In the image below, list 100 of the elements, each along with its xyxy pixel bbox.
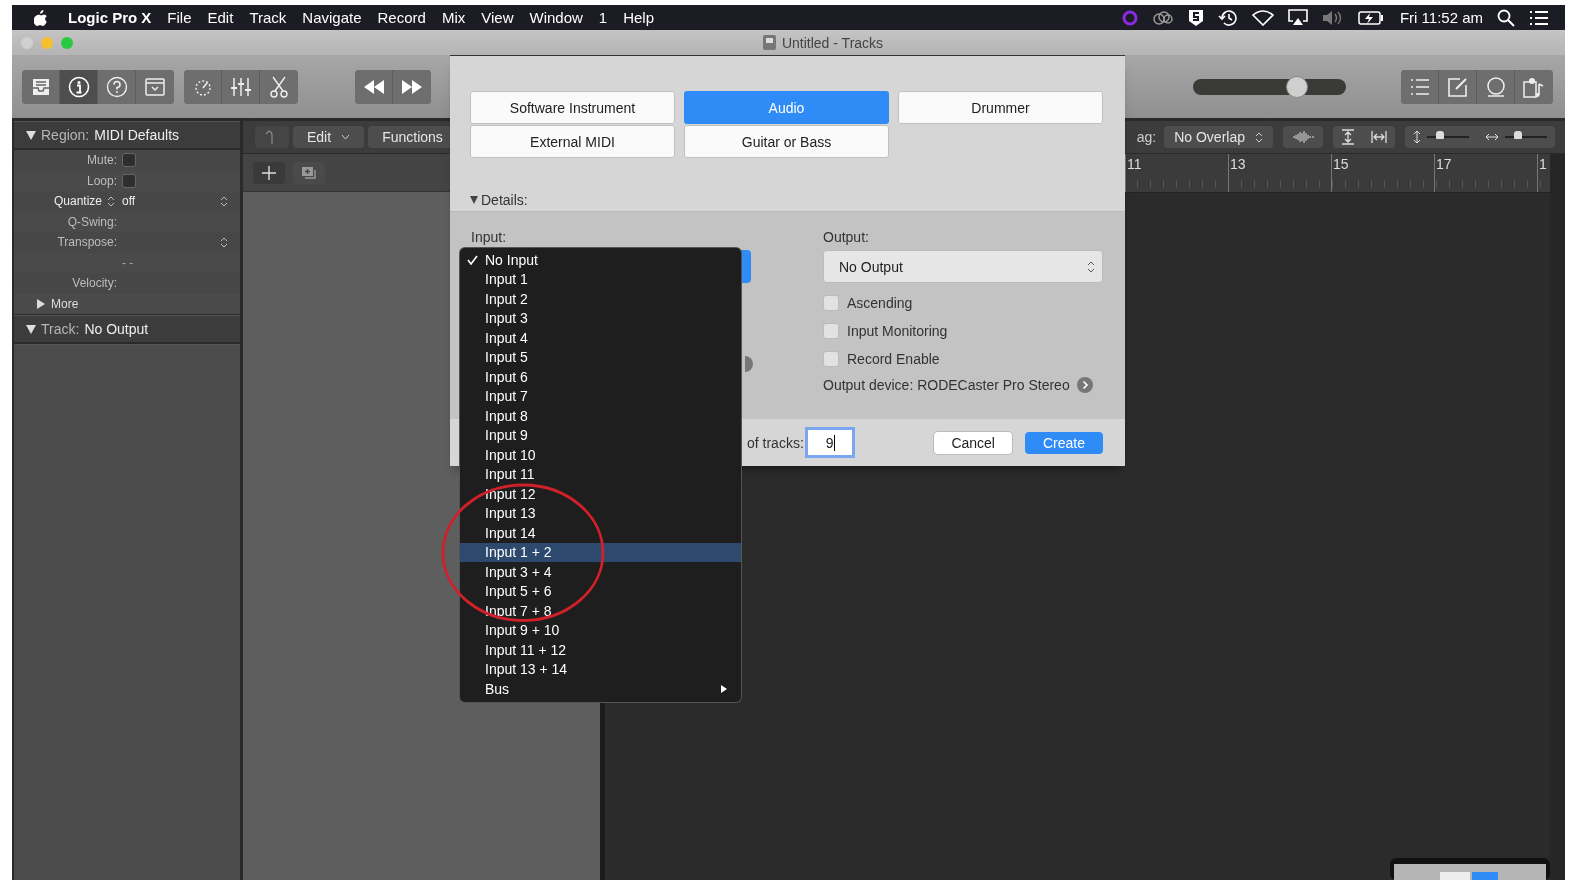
screenshot-thumbnail[interactable] (1390, 858, 1550, 880)
menu-item[interactable]: Input 7 (460, 386, 741, 406)
menu-item[interactable]: Input 11 + 12 (460, 640, 741, 660)
scroll-bar[interactable] (1550, 154, 1565, 880)
menu-item[interactable]: Help (623, 9, 655, 26)
track-type-button[interactable]: Guitar or Bass (684, 125, 889, 158)
menu-item[interactable]: Edit (207, 9, 234, 26)
list-icon[interactable] (1529, 9, 1549, 26)
menu-item[interactable]: Input 9 (460, 425, 741, 445)
checkbox[interactable] (823, 294, 839, 311)
region-header[interactable]: Region: MIDI Defaults (14, 121, 240, 150)
checkbox[interactable] (823, 322, 839, 339)
shield-icon[interactable] (1187, 8, 1204, 27)
parameter-label: Quantize (52, 194, 102, 209)
vertical-arrows-icon (1413, 130, 1421, 144)
menu-item[interactable]: Input 5 + 6 (460, 581, 741, 601)
number-of-tracks-label: of tracks: (747, 434, 804, 451)
menu-item[interactable]: Window (529, 9, 583, 26)
slider-thumb[interactable] (1436, 131, 1445, 139)
drag-mode-select[interactable]: No Overlap (1164, 126, 1273, 148)
cloud-icon[interactable] (1151, 10, 1174, 25)
bar-number: 13 (1228, 154, 1331, 192)
menu-item[interactable]: File (167, 9, 192, 26)
output-device-label: Output device: RODECaster Pro Stereo (823, 377, 1070, 393)
menu-clock[interactable]: Fri 11:52 am (1399, 9, 1483, 26)
menu-item[interactable]: Navigate (302, 9, 362, 26)
menu-item[interactable]: Input 2 (460, 289, 741, 309)
track-header[interactable]: Track: No Output (14, 315, 240, 344)
checkbox[interactable] (823, 350, 839, 367)
horizontal-arrows-icon (1485, 133, 1499, 141)
menu-item[interactable]: No Input (460, 250, 741, 270)
menu-item[interactable]: Record (377, 9, 426, 26)
menu-item[interactable]: Track (249, 9, 287, 26)
edit-menu[interactable]: Edit (293, 126, 365, 148)
question-icon (105, 75, 128, 98)
track-type-button[interactable]: Drummer (898, 91, 1103, 124)
track-type-button[interactable]: Software Instrument (470, 91, 675, 124)
option-label[interactable]: Ascending (847, 294, 913, 311)
master-volume-slider[interactable] (1193, 78, 1346, 95)
menu-item[interactable]: Input 11 (460, 464, 741, 484)
search-icon[interactable] (1497, 8, 1515, 27)
battery-icon[interactable] (1357, 10, 1384, 25)
option-label[interactable]: Input Monitoring (847, 322, 948, 339)
menu-item[interactable]: Input 9 + 10 (460, 620, 741, 640)
add-track-button[interactable] (253, 161, 285, 184)
slider-thumb[interactable] (1513, 131, 1522, 139)
status-circle-icon[interactable] (1121, 9, 1138, 26)
waveform-icon (1291, 131, 1315, 143)
app-menu[interactable]: Logic Pro X (68, 9, 152, 26)
up-down-icon[interactable] (220, 195, 228, 207)
speaker-icon[interactable] (1321, 9, 1344, 26)
menu-item[interactable]: Input 10 (460, 445, 741, 465)
duplicate-track-button[interactable] (293, 161, 325, 184)
list-editors-button[interactable] (1401, 69, 1439, 104)
cancel-button[interactable]: Cancel (934, 431, 1012, 454)
menu-item[interactable]: Input 3 (460, 308, 741, 328)
checkbox[interactable] (122, 173, 136, 188)
menu-item[interactable]: Input 6 (460, 367, 741, 387)
number-of-tracks-field[interactable]: 9 (807, 430, 852, 455)
menu-item[interactable]: Mix (441, 9, 466, 26)
details-label[interactable]: Details: (481, 192, 528, 208)
tuner-button[interactable] (184, 69, 222, 104)
menu-item[interactable]: Input 1 (460, 269, 741, 289)
airplay-icon[interactable] (1287, 8, 1308, 27)
menu-item[interactable]: Input 4 (460, 328, 741, 348)
track-type-button[interactable]: External MIDI (470, 125, 675, 158)
inspector-button[interactable] (60, 69, 98, 104)
menu-item[interactable]: 1 (598, 9, 608, 26)
up-down-icon (1087, 260, 1095, 273)
slider-thumb[interactable] (1286, 75, 1309, 98)
menu-item[interactable]: Input 3 + 4 (460, 562, 741, 582)
menu-item[interactable]: Input 5 (460, 347, 741, 367)
tray-icon (30, 77, 51, 96)
list-icon (1409, 77, 1430, 96)
menu-item[interactable]: Input 14 (460, 523, 741, 543)
clock-history-icon[interactable] (1217, 8, 1238, 27)
document-icon (762, 35, 776, 50)
option-label[interactable]: Record Enable (847, 350, 940, 367)
media-icon (1523, 75, 1545, 98)
apple-logo-icon[interactable] (34, 9, 48, 26)
menu-item[interactable]: Input 1 + 2 (460, 542, 741, 562)
menu-item[interactable]: Input 13 (460, 503, 741, 523)
wifi-icon[interactable] (1251, 9, 1274, 26)
menu-item[interactable]: Input 13 + 14 (460, 659, 741, 679)
output-select[interactable]: No Output (823, 250, 1103, 283)
library-button[interactable] (22, 69, 60, 104)
rewind-button[interactable] (355, 69, 393, 104)
fast-forward-icon (401, 79, 423, 94)
parameter-value: - - (122, 255, 134, 270)
menu-item[interactable]: View (481, 9, 514, 26)
horizontal-fit-icon (1371, 130, 1387, 144)
menu-item[interactable]: Input 8 (460, 406, 741, 426)
up-down-icon[interactable] (220, 236, 228, 248)
checkbox[interactable] (122, 153, 136, 168)
menu-item[interactable]: Bus (460, 679, 741, 699)
waveform-zoom-button[interactable] (1283, 126, 1323, 148)
menu-item[interactable]: Input 12 (460, 484, 741, 504)
parameter-value[interactable]: off (122, 194, 136, 209)
up-down-icon[interactable] (107, 195, 115, 207)
more-label[interactable]: More (51, 296, 79, 311)
